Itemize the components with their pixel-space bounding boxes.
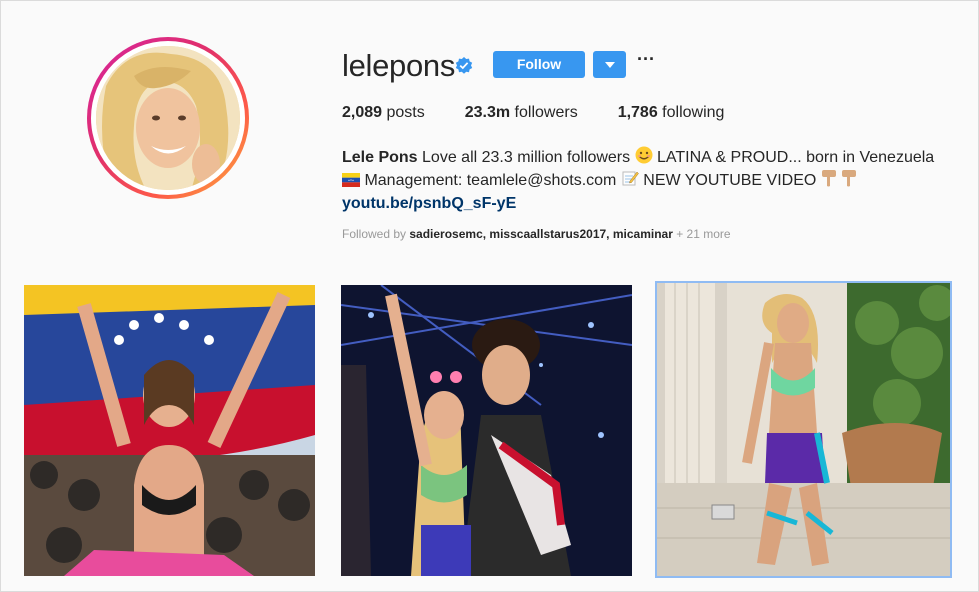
bio-line-3: youtu.be/psnbQ_sF-yE (342, 192, 952, 215)
bio-text-1: Love all 23.3 million followers (417, 149, 635, 166)
post-thumbnail[interactable] (24, 285, 315, 576)
profile-bio: Lele Pons Love all 23.3 million follower… (342, 146, 952, 215)
post-thumbnail[interactable] (657, 283, 950, 576)
following-label: following (657, 104, 725, 121)
following-count: 1,786 (617, 104, 658, 121)
memo-emoji-icon (622, 171, 639, 186)
avatar-photo (96, 46, 240, 190)
smile-emoji-icon (635, 146, 653, 164)
more-options-icon[interactable]: ··· (637, 50, 655, 72)
profile-stats: 2,089 posts 23.3m followers 1,786 follow… (342, 104, 764, 122)
posts-stat: 2,089 posts (342, 104, 425, 122)
suggestions-dropdown-button[interactable] (593, 51, 626, 78)
bio-link[interactable]: youtu.be/psnbQ_sF-yE (342, 195, 516, 212)
post-thumbnail[interactable] (341, 285, 632, 576)
followers-label: followers (510, 104, 578, 121)
bio-text-1b: LATINA & PROUD... born in Venezuela (652, 149, 935, 166)
followed-by-prefix: Followed by (342, 227, 410, 241)
profile-username: lelepons (342, 48, 456, 83)
chevron-down-icon (605, 62, 615, 68)
venezuela-flag-icon (342, 173, 360, 187)
pointing-down-emoji-icon (821, 170, 836, 187)
followed-by-suffix: + 21 more (672, 227, 731, 241)
followed-by-users[interactable]: sadierosemc, misscaallstarus2017, micami… (409, 227, 673, 241)
posts-label: posts (382, 104, 425, 121)
posts-count: 2,089 (342, 104, 383, 121)
profile-avatar[interactable] (87, 37, 249, 199)
bio-line-1: Lele Pons Love all 23.3 million follower… (342, 146, 952, 169)
verified-badge-icon (455, 57, 473, 74)
following-stat[interactable]: 1,786 following (618, 104, 725, 122)
followed-by[interactable]: Followed by sadierosemc, misscaallstarus… (342, 227, 731, 241)
bio-line-2: Management: teamlele@shots.com NEW YOUTU… (342, 169, 952, 192)
profile-full-name: Lele Pons (342, 149, 418, 166)
bio-text-2b: NEW YOUTUBE VIDEO (638, 172, 821, 189)
post-image-flag-crowd (24, 285, 315, 576)
follow-button[interactable]: Follow (493, 51, 585, 78)
post-image-garden (657, 283, 950, 576)
followers-stat[interactable]: 23.3m followers (465, 104, 578, 122)
post-image-party (341, 285, 632, 576)
bio-text-2: Management: teamlele@shots.com (360, 172, 621, 189)
pointing-down-emoji-icon (842, 170, 857, 187)
followers-count: 23.3m (464, 104, 511, 121)
